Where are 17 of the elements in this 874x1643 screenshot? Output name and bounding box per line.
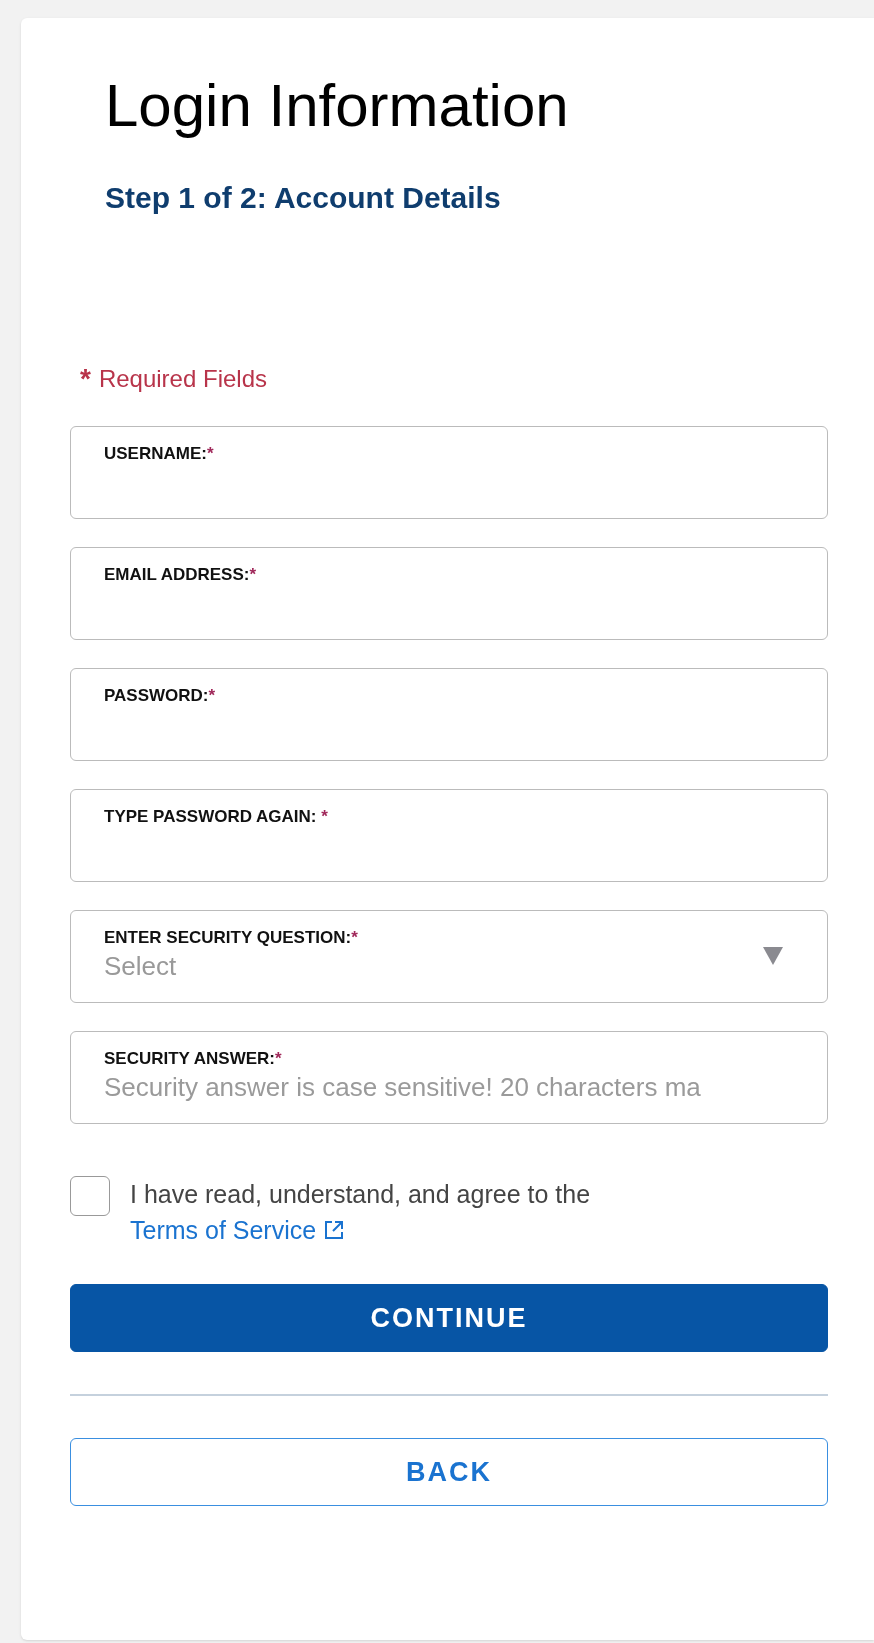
external-link-icon: [324, 1220, 345, 1240]
input-field[interactable]: EMAIL ADDRESS:*: [70, 547, 828, 640]
terms-link[interactable]: Terms of Service: [130, 1212, 345, 1248]
step-heading: Step 1 of 2: Account Details: [104, 180, 502, 216]
input-field[interactable]: PASSWORD:*: [70, 668, 828, 761]
back-button[interactable]: BACK: [70, 1438, 828, 1506]
input-field[interactable]: TYPE PASSWORD AGAIN: *: [70, 789, 828, 882]
input-field[interactable]: USERNAME:*: [70, 426, 828, 519]
required-note: Required Fields: [98, 364, 267, 394]
input-field[interactable]: SECURITY ANSWER:* Security answer is case sensitive! 20 characters ma: [70, 1031, 828, 1124]
page-title: Login Information: [104, 71, 570, 141]
agreement-text: I have read, understand, and agree to the Terms of Service: [130, 1176, 828, 1248]
continue-button[interactable]: CONTINUE: [70, 1284, 828, 1352]
required-asterisk: *: [80, 365, 91, 393]
select-field[interactable]: ENTER SECURITY QUESTION:* Select: [70, 910, 828, 1003]
checkbox[interactable]: [70, 1176, 110, 1216]
caret-icon: [763, 947, 783, 965]
